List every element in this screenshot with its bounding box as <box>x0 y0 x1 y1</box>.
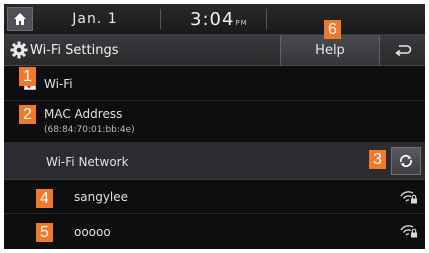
home-icon <box>14 13 26 25</box>
wifi-toggle-row[interactable]: Wi-Fi <box>4 66 425 101</box>
wifi-network-header: Wi-Fi Network <box>4 143 425 180</box>
page-title: Wi-Fi Settings <box>30 42 119 58</box>
wifi-label: Wi-Fi <box>44 76 73 91</box>
status-divider <box>266 9 267 29</box>
refresh-icon <box>400 154 412 168</box>
help-button-label: Help <box>315 42 345 58</box>
callout-2: 2 <box>19 105 36 124</box>
callout-3: 3 <box>369 150 386 169</box>
network-list-item[interactable]: sangylee <box>4 180 425 214</box>
wifi-lock-icon <box>400 191 417 204</box>
mac-address-value: (68:84:70:01:bb:4e) <box>44 125 135 135</box>
callout-4: 4 <box>36 189 53 208</box>
help-button[interactable]: Help <box>280 35 380 65</box>
network-name: ooooo <box>74 224 111 239</box>
network-list-item[interactable]: ooooo <box>4 214 425 249</box>
home-button[interactable] <box>7 7 33 31</box>
wifi-network-header-label: Wi-Fi Network <box>46 154 129 169</box>
callout-1: 1 <box>19 67 36 86</box>
wifi-lock-icon <box>400 225 417 238</box>
mac-address-label: MAC Address <box>44 107 123 121</box>
callout-6: 6 <box>324 20 341 39</box>
screen: Jan. 1 3:04 PM Wi-Fi Settings Help Wi-Fi… <box>4 4 425 249</box>
back-icon <box>395 45 412 57</box>
status-divider <box>160 9 161 29</box>
refresh-button[interactable] <box>391 147 421 175</box>
status-time-value: 3:04 <box>190 8 235 30</box>
mac-address-row: MAC Address (68:84:70:01:bb:4e) <box>4 101 425 143</box>
back-button[interactable] <box>381 35 425 65</box>
network-name: sangylee <box>74 189 129 204</box>
title-bar: Wi-Fi Settings Help <box>4 35 425 66</box>
gear-icon <box>10 41 28 59</box>
status-bar: Jan. 1 3:04 PM <box>4 4 425 35</box>
status-ampm: PM <box>235 19 248 27</box>
callout-5: 5 <box>36 223 53 242</box>
status-date: Jan. 1 <box>72 11 118 27</box>
status-time: 3:04 PM <box>190 4 248 34</box>
